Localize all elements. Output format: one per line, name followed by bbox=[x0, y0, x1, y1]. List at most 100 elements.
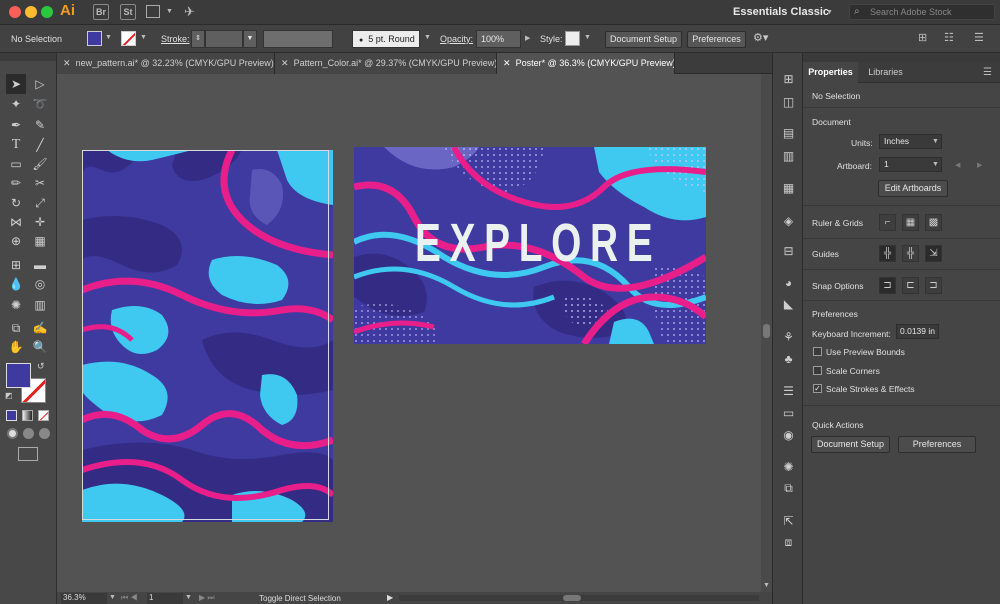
direct-selection-tool-icon[interactable]: ▷ bbox=[30, 74, 50, 94]
graphic-style-swatch[interactable] bbox=[565, 31, 580, 46]
color-guide-icon[interactable]: ◕ bbox=[781, 275, 796, 290]
arrange-icon[interactable]: ☷ bbox=[944, 31, 954, 44]
symbol-sprayer-tool-icon[interactable]: ✺ bbox=[6, 295, 26, 315]
chevron-down-icon[interactable]: ▼ bbox=[109, 594, 116, 601]
opacity-field[interactable]: 100% bbox=[476, 30, 521, 48]
chevron-down-icon[interactable]: ▼ bbox=[243, 30, 257, 48]
rulers-icon[interactable]: ⌐ bbox=[879, 214, 896, 231]
gradient-mode-icon[interactable] bbox=[22, 410, 33, 421]
menu-icon[interactable]: ☰ bbox=[974, 31, 984, 44]
asset-export-icon[interactable]: ⧉ bbox=[781, 481, 796, 496]
mesh-tool-icon[interactable]: ⊞ bbox=[6, 255, 26, 275]
stroke-weight-stepper[interactable]: ⇕ bbox=[191, 30, 205, 48]
default-colors-icon[interactable]: ◩ bbox=[5, 391, 13, 400]
artboard-navigator[interactable]: 1 bbox=[147, 593, 183, 604]
scroll-down-icon[interactable]: ▼ bbox=[763, 582, 770, 589]
appearance-icon[interactable]: ◉ bbox=[781, 427, 796, 442]
symbols-icon[interactable]: ♣ bbox=[781, 351, 796, 366]
shaper-tool-icon[interactable]: ✏ bbox=[6, 173, 26, 193]
quick-document-setup-button[interactable]: Document Setup bbox=[811, 436, 890, 453]
graphic-styles-icon[interactable]: ✺ bbox=[781, 459, 796, 474]
draw-normal-icon[interactable] bbox=[7, 428, 18, 439]
swap-colors-icon[interactable]: ↺ bbox=[37, 361, 45, 372]
artboard-tool-icon[interactable]: ⧉ bbox=[6, 318, 26, 338]
scroll-thumb[interactable] bbox=[763, 324, 770, 338]
lasso-tool-icon[interactable]: ➰ bbox=[30, 94, 50, 114]
properties-panel-icon[interactable]: ⊞ bbox=[781, 71, 796, 86]
poster-artboard[interactable] bbox=[82, 150, 333, 522]
cc-libraries-icon[interactable]: ▥ bbox=[781, 148, 796, 163]
scroll-thumb[interactable] bbox=[563, 595, 581, 601]
gradient-tool-icon[interactable]: ▬ bbox=[30, 255, 50, 275]
tab-new-pattern[interactable]: ✕ new_pattern.ai* @ 32.23% (CMYK/GPU Pre… bbox=[57, 53, 275, 74]
graph-tool-icon[interactable]: ▥ bbox=[30, 295, 50, 315]
libraries-icon[interactable]: ▤ bbox=[781, 125, 796, 140]
eyedropper-tool-icon[interactable]: 💧 bbox=[6, 274, 26, 294]
snap-to-point-icon[interactable]: ⊐ bbox=[879, 277, 896, 294]
scale-tool-icon[interactable]: ⤢ bbox=[30, 193, 50, 213]
paintbrush-tool-icon[interactable]: 🖌 bbox=[30, 154, 50, 174]
zoom-level-field[interactable]: 36.3% bbox=[61, 593, 107, 604]
status-menu-icon[interactable]: ▶ bbox=[387, 593, 393, 602]
color-mode-icon[interactable] bbox=[6, 410, 17, 421]
transparency-grid-icon[interactable]: ▩ bbox=[925, 214, 942, 231]
edit-artboards-button[interactable]: Edit Artboards bbox=[878, 180, 948, 197]
fill-color-indicator[interactable] bbox=[6, 363, 31, 388]
rectangle-tool-icon[interactable]: ▭ bbox=[6, 154, 26, 174]
keyboard-increment-field[interactable]: 0.0139 in bbox=[896, 324, 939, 339]
tab-poster[interactable]: ✕ Poster* @ 36.3% (CMYK/GPU Preview) bbox=[497, 53, 675, 74]
bridge-button[interactable]: Br bbox=[93, 4, 109, 20]
arrange-documents-icon[interactable] bbox=[146, 5, 160, 18]
rotate-tool-icon[interactable]: ↻ bbox=[6, 193, 26, 213]
chevron-down-icon[interactable]: ▼ bbox=[826, 9, 833, 16]
lock-guides-icon[interactable]: ╬ bbox=[902, 245, 919, 262]
chevron-down-icon[interactable]: ▼ bbox=[185, 594, 192, 601]
align-options-icon[interactable]: ⚙▾ bbox=[753, 31, 768, 44]
scale-strokes-checkbox[interactable]: ✓ bbox=[813, 384, 822, 393]
draw-behind-icon[interactable] bbox=[23, 428, 34, 439]
fill-color-swatch[interactable] bbox=[87, 31, 102, 46]
gpu-performance-icon[interactable]: ✈ bbox=[184, 4, 195, 20]
panel-menu-icon[interactable]: ☰ bbox=[983, 67, 992, 78]
selection-tool-icon[interactable]: ➤ bbox=[6, 74, 26, 94]
shape-builder-tool-icon[interactable]: ⊕ bbox=[6, 231, 26, 251]
zoom-tool-icon[interactable]: 🔍 bbox=[30, 337, 50, 357]
chevron-down-icon[interactable]: ▼ bbox=[424, 34, 431, 41]
chevron-down-icon[interactable]: ▼ bbox=[105, 34, 112, 41]
horizontal-scrollbar[interactable] bbox=[399, 595, 759, 601]
canvas[interactable]: EXPLORE bbox=[57, 74, 761, 592]
use-preview-bounds-checkbox[interactable] bbox=[813, 347, 822, 356]
close-window-button[interactable] bbox=[9, 6, 21, 18]
workspace-switcher[interactable]: Essentials Classic bbox=[733, 6, 829, 18]
scale-corners-checkbox[interactable] bbox=[813, 366, 822, 375]
swatches-icon[interactable]: ▦ bbox=[781, 180, 796, 195]
stock-search-box[interactable]: ⌕ Search Adobe Stock bbox=[849, 4, 995, 20]
snap-to-grid-icon[interactable]: ⊏ bbox=[902, 277, 919, 294]
layers-stack-icon[interactable]: ◫ bbox=[781, 94, 796, 109]
variable-width-profile[interactable] bbox=[263, 30, 333, 48]
units-select[interactable]: Inches ▼ bbox=[879, 134, 942, 149]
puppet-warp-tool-icon[interactable]: ✛ bbox=[30, 212, 50, 232]
previous-artboard-icon[interactable]: ◀ bbox=[955, 161, 960, 169]
explore-headline[interactable]: EXPLORE bbox=[415, 213, 661, 273]
brush-definition[interactable]: ● 5 pt. Round bbox=[352, 30, 420, 48]
tab-libraries[interactable]: Libraries bbox=[858, 62, 913, 83]
tab-pattern-color[interactable]: ✕ Pattern_Color.ai* @ 29.37% (CMYK/GPU P… bbox=[275, 53, 497, 74]
transparency-icon[interactable]: ▭ bbox=[781, 405, 796, 420]
stroke-weight-field[interactable] bbox=[205, 30, 243, 48]
document-setup-button[interactable]: Document Setup bbox=[605, 31, 682, 48]
close-tab-icon[interactable]: ✕ bbox=[63, 58, 71, 68]
close-tab-icon[interactable]: ✕ bbox=[281, 58, 289, 68]
close-tab-icon[interactable]: ✕ bbox=[503, 58, 511, 68]
smart-guides-icon[interactable]: ⇲ bbox=[925, 245, 942, 262]
screen-mode-icon[interactable] bbox=[18, 447, 38, 461]
line-tool-icon[interactable]: ╱ bbox=[30, 135, 50, 155]
first-artboard-icon[interactable]: ⏮ ◀ bbox=[121, 593, 138, 603]
draw-inside-icon[interactable] bbox=[39, 428, 50, 439]
chevron-down-icon[interactable]: ▼ bbox=[140, 34, 147, 41]
vertical-scrollbar[interactable]: ▼ bbox=[761, 74, 772, 592]
gradient-panel-icon[interactable]: ◣ bbox=[781, 296, 796, 311]
type-tool-icon[interactable]: T bbox=[6, 135, 26, 155]
export-icon[interactable]: ⇱ bbox=[781, 513, 796, 528]
opacity-label[interactable]: Opacity: bbox=[440, 33, 473, 45]
